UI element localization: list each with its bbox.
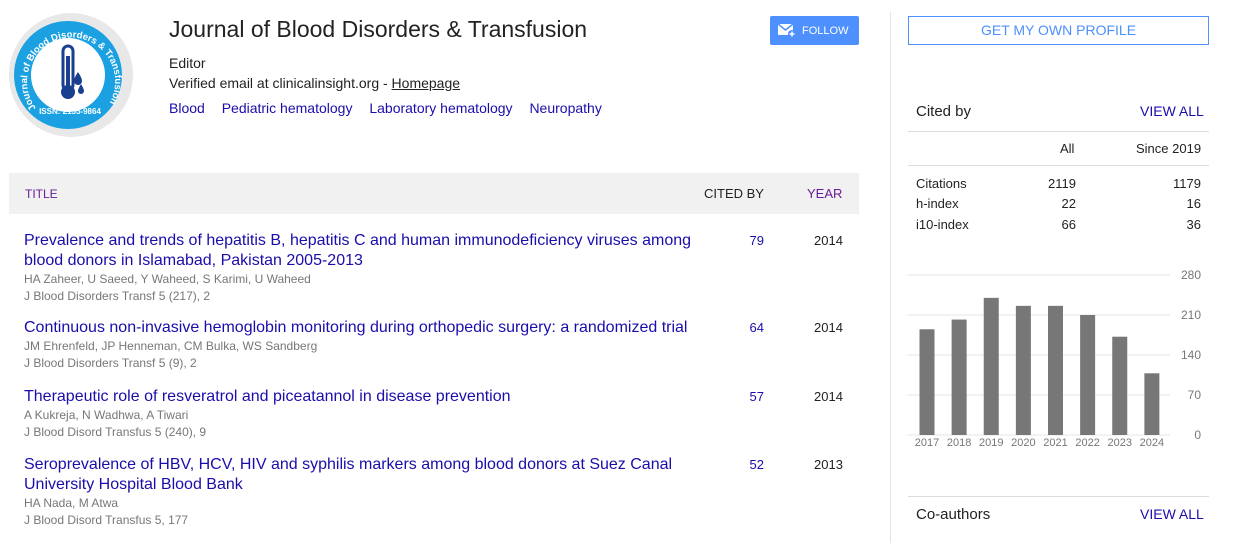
- coauthors-heading: Co-authors: [916, 506, 991, 523]
- chart-x-tick-label: 2022: [1075, 437, 1099, 449]
- interest-link[interactable]: Blood: [169, 100, 205, 116]
- publication-venue: J Blood Disorders Transf 5 (217), 2: [24, 289, 211, 303]
- publication-year: 2013: [814, 457, 843, 472]
- year-column-header[interactable]: YEAR: [807, 186, 842, 201]
- stats-row-citations: Citations 2119 1179: [916, 176, 1201, 196]
- verified-email: Verified email at clinicalinsight.org - …: [169, 75, 460, 91]
- publication-cited-by[interactable]: 57: [724, 389, 764, 404]
- interest-link[interactable]: Laboratory hematology: [369, 100, 512, 116]
- stat-since-value: 1179: [1173, 176, 1201, 191]
- publication-cited-by[interactable]: 52: [724, 457, 764, 472]
- cited-by-view-all-link[interactable]: VIEW ALL: [1140, 103, 1204, 119]
- publication-year: 2014: [814, 389, 843, 404]
- follow-label: FOLLOW: [802, 24, 849, 37]
- publication-venue: J Blood Disorders Transf 5 (9), 2: [24, 356, 197, 370]
- publication-venue: J Blood Disord Transfus 5 (240), 9: [24, 425, 207, 439]
- verified-email-text: Verified email at clinicalinsight.org -: [169, 75, 392, 91]
- chart-y-tick-label: 0: [1194, 428, 1201, 442]
- stat-since-value: 16: [1186, 196, 1201, 211]
- chart-bar-2023[interactable]: [1112, 336, 1128, 435]
- logo-issn: ISSN: 2155-9864: [39, 107, 101, 116]
- chart-x-tick-label: 2017: [915, 437, 939, 449]
- research-interests: Blood Pediatric hematology Laboratory he…: [169, 100, 615, 116]
- title-column-header[interactable]: TITLE: [25, 187, 58, 201]
- chart-y-tick-label: 140: [1181, 348, 1201, 362]
- publication-cited-by[interactable]: 64: [724, 320, 764, 335]
- profile-affiliation: Editor: [169, 55, 206, 71]
- publication-authors: A Kukreja, N Wadhwa, A Tiwari: [24, 408, 189, 422]
- stats-row-i10-index: i10-index 66 36: [916, 217, 1201, 237]
- chart-bar-2019[interactable]: [983, 297, 999, 435]
- publication-year: 2014: [814, 233, 843, 248]
- chart-bar-2017[interactable]: [919, 329, 935, 435]
- publications-table-header: TITLE CITED BY YEAR: [9, 173, 859, 214]
- coauthors-divider: [908, 496, 1209, 497]
- chart-x-tick-label: 2021: [1043, 437, 1067, 449]
- stats-col-since: Since 2019: [1136, 141, 1202, 156]
- publication-row: Seroprevalence of HBV, HCV, HIV and syph…: [24, 455, 859, 529]
- interest-link[interactable]: Pediatric hematology: [222, 100, 353, 116]
- publication-authors: JM Ehrenfeld, JP Henneman, CM Bulka, WS …: [24, 339, 318, 353]
- chart-bar-2021[interactable]: [1048, 305, 1063, 435]
- cited-by-divider: [908, 131, 1209, 132]
- stats-row-h-index: h-index 22 16: [916, 196, 1201, 216]
- stat-label: h-index: [916, 196, 959, 211]
- chart-x-tick-label: 2019: [979, 437, 1003, 449]
- stat-label: i10-index: [916, 217, 969, 232]
- interest-link[interactable]: Neuropathy: [529, 100, 601, 116]
- chart-bar-2018[interactable]: [951, 319, 967, 435]
- cited-by-heading: Cited by: [916, 103, 972, 120]
- stats-col-all: All: [1060, 141, 1075, 156]
- publication-venue: J Blood Disord Transfus 5, 177: [24, 513, 189, 527]
- follow-button[interactable]: FOLLOW: [770, 16, 859, 45]
- chart-bar-2024[interactable]: [1144, 373, 1160, 435]
- stat-label: Citations: [916, 176, 967, 191]
- chart-x-tick-label: 2023: [1108, 437, 1132, 449]
- chart-x-tick-label: 2024: [1140, 437, 1164, 449]
- publication-row: Prevalence and trends of hepatitis B, he…: [24, 231, 859, 305]
- chart-y-tick-label: 210: [1181, 308, 1201, 322]
- cited-by-column-header[interactable]: CITED BY: [704, 186, 764, 201]
- stat-all-value: 22: [1061, 196, 1076, 211]
- chart-x-tick-label: 2018: [947, 437, 971, 449]
- profile-name: Journal of Blood Disorders & Transfusion: [169, 16, 588, 42]
- coauthors-view-all-link[interactable]: VIEW ALL: [1140, 506, 1204, 522]
- chart-bar-2020[interactable]: [1015, 305, 1031, 435]
- publication-row: Continuous non-invasive hemoglobin monit…: [24, 318, 859, 372]
- stat-all-value: 66: [1061, 217, 1076, 232]
- publication-title[interactable]: Seroprevalence of HBV, HCV, HIV and syph…: [24, 455, 704, 495]
- column-divider: [890, 12, 891, 543]
- stat-all-value: 2119: [1048, 176, 1076, 191]
- stats-header-divider: [908, 165, 1209, 166]
- stat-since-value: 36: [1186, 217, 1201, 232]
- chart-x-tick-label: 2020: [1011, 437, 1035, 449]
- publication-cited-by[interactable]: 79: [724, 233, 764, 248]
- chart-y-tick-label: 280: [1181, 268, 1201, 282]
- homepage-link[interactable]: Homepage: [392, 75, 461, 91]
- publication-year: 2014: [814, 320, 843, 335]
- publication-row: Therapeutic role of resveratrol and pice…: [24, 387, 859, 441]
- publication-title[interactable]: Prevalence and trends of hepatitis B, he…: [24, 231, 704, 271]
- publication-authors: HA Nada, M Atwa: [24, 496, 119, 510]
- mail-follow-icon: [778, 23, 796, 38]
- get-my-own-profile-button[interactable]: GET MY OWN PROFILE: [908, 16, 1209, 45]
- chart-y-tick-label: 70: [1188, 388, 1202, 402]
- publication-authors: HA Zaheer, U Saeed, Y Waheed, S Karimi, …: [24, 272, 311, 286]
- chart-bar-2022[interactable]: [1080, 315, 1096, 435]
- citations-per-year-chart: 0 70 140 210 280 2017 2018 2019 2020 2021 2022 2023…: [908, 268, 1202, 449]
- publication-title[interactable]: Therapeutic role of resveratrol and pice…: [24, 387, 704, 407]
- publication-title[interactable]: Continuous non-invasive hemoglobin monit…: [24, 318, 704, 338]
- journal-logo: Journal of Blood Disorders & Transfusion…: [8, 12, 134, 138]
